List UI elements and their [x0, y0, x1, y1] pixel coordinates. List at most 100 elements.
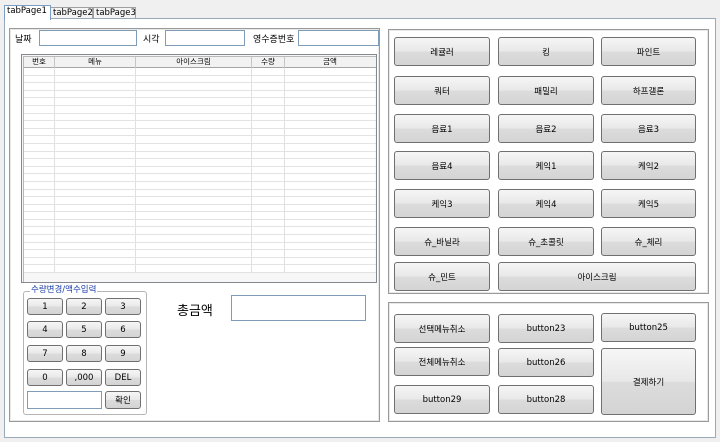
- table-cell[interactable]: [55, 189, 136, 197]
- table-cell[interactable]: [252, 181, 285, 189]
- table-row[interactable]: [24, 235, 376, 243]
- table-cell[interactable]: [55, 265, 136, 273]
- table-cell[interactable]: [252, 174, 285, 181]
- table-cell[interactable]: [55, 250, 136, 257]
- table-cell[interactable]: [24, 143, 55, 151]
- table-cell[interactable]: [24, 219, 55, 227]
- menu-drink1-button[interactable]: 음료1: [394, 114, 490, 143]
- table-cell[interactable]: [136, 105, 252, 113]
- table-row[interactable]: [24, 197, 376, 205]
- table-cell[interactable]: [136, 121, 252, 128]
- menu-cake5-button[interactable]: 케익5: [601, 189, 696, 218]
- table-row[interactable]: [24, 181, 376, 190]
- table-cell[interactable]: [24, 105, 55, 113]
- key-4-button[interactable]: 4: [27, 321, 63, 338]
- table-cell[interactable]: [24, 121, 55, 128]
- table-cell[interactable]: [24, 265, 55, 273]
- table-cell[interactable]: [136, 257, 252, 265]
- table-cell[interactable]: [252, 227, 285, 235]
- table-cell[interactable]: [55, 75, 136, 83]
- table-cell[interactable]: [136, 83, 252, 90]
- pay-button[interactable]: 결제하기: [601, 348, 696, 415]
- menu-cake1-button[interactable]: 케익1: [498, 151, 594, 180]
- table-row[interactable]: [24, 159, 376, 167]
- menu-quarter-button[interactable]: 쿼터: [394, 76, 490, 105]
- table-cell[interactable]: [285, 227, 375, 235]
- table-row[interactable]: [24, 204, 376, 213]
- table-cell[interactable]: [55, 235, 136, 242]
- table-cell[interactable]: [136, 136, 252, 143]
- table-cell[interactable]: [136, 166, 252, 174]
- key-thousand-button[interactable]: ,000: [66, 369, 102, 386]
- table-cell[interactable]: [55, 68, 136, 75]
- col-number-header[interactable]: 번호: [24, 57, 55, 68]
- table-cell[interactable]: [285, 250, 375, 257]
- table-row[interactable]: [24, 83, 376, 91]
- table-cell[interactable]: [55, 143, 136, 151]
- table-cell[interactable]: [252, 219, 285, 227]
- table-cell[interactable]: [252, 250, 285, 257]
- table-cell[interactable]: [24, 90, 55, 98]
- table-row[interactable]: [24, 75, 376, 84]
- table-cell[interactable]: [285, 128, 375, 136]
- receipt-number-field[interactable]: [298, 30, 379, 46]
- table-cell[interactable]: [24, 128, 55, 136]
- confirm-button[interactable]: 확인: [105, 391, 141, 409]
- table-cell[interactable]: [24, 68, 55, 75]
- table-row[interactable]: [24, 143, 376, 152]
- table-cell[interactable]: [252, 242, 285, 250]
- table-cell[interactable]: [24, 227, 55, 235]
- table-cell[interactable]: [55, 121, 136, 128]
- table-cell[interactable]: [285, 197, 375, 204]
- table-cell[interactable]: [136, 98, 252, 105]
- table-cell[interactable]: [55, 257, 136, 265]
- table-cell[interactable]: [136, 159, 252, 166]
- table-cell[interactable]: [136, 219, 252, 227]
- table-row[interactable]: [24, 189, 376, 198]
- button25[interactable]: button25: [601, 313, 696, 342]
- key-5-button[interactable]: 5: [66, 321, 102, 338]
- table-cell[interactable]: [55, 136, 136, 143]
- menu-regular-button[interactable]: 레귤러: [394, 37, 490, 66]
- table-cell[interactable]: [252, 90, 285, 98]
- table-cell[interactable]: [55, 128, 136, 136]
- table-cell[interactable]: [285, 265, 375, 273]
- table-cell[interactable]: [24, 250, 55, 257]
- table-row[interactable]: [24, 105, 376, 114]
- total-amount-field[interactable]: [231, 295, 366, 321]
- table-cell[interactable]: [285, 166, 375, 174]
- table-cell[interactable]: [136, 197, 252, 204]
- table-cell[interactable]: [55, 151, 136, 159]
- key-8-button[interactable]: 8: [66, 345, 102, 362]
- button23[interactable]: button23: [498, 314, 594, 343]
- table-cell[interactable]: [24, 136, 55, 143]
- table-cell[interactable]: [252, 105, 285, 113]
- menu-cake3-button[interactable]: 케익3: [394, 189, 490, 218]
- table-cell[interactable]: [136, 189, 252, 197]
- table-cell[interactable]: [285, 113, 375, 121]
- table-cell[interactable]: [24, 113, 55, 121]
- table-cell[interactable]: [24, 75, 55, 83]
- table-cell[interactable]: [285, 83, 375, 90]
- table-cell[interactable]: [285, 204, 375, 212]
- menu-drink4-button[interactable]: 음료4: [394, 151, 490, 180]
- menu-icecream-button[interactable]: 아이스크림: [498, 262, 696, 291]
- table-cell[interactable]: [55, 242, 136, 250]
- key-1-button[interactable]: 1: [27, 298, 63, 315]
- menu-half-gallon-button[interactable]: 하프갤론: [601, 76, 696, 105]
- key-9-button[interactable]: 9: [105, 345, 141, 362]
- key-3-button[interactable]: 3: [105, 298, 141, 315]
- key-delete-button[interactable]: DEL: [105, 369, 141, 386]
- table-cell[interactable]: [252, 128, 285, 136]
- table-cell[interactable]: [55, 166, 136, 174]
- table-cell[interactable]: [55, 227, 136, 235]
- menu-shoe-chocolate-button[interactable]: 슈_초콜릿: [498, 227, 594, 256]
- table-cell[interactable]: [136, 265, 252, 273]
- table-cell[interactable]: [252, 83, 285, 90]
- table-cell[interactable]: [285, 257, 375, 265]
- table-cell[interactable]: [285, 235, 375, 242]
- table-cell[interactable]: [24, 151, 55, 159]
- table-cell[interactable]: [252, 212, 285, 219]
- table-cell[interactable]: [24, 166, 55, 174]
- button26[interactable]: button26: [498, 348, 594, 377]
